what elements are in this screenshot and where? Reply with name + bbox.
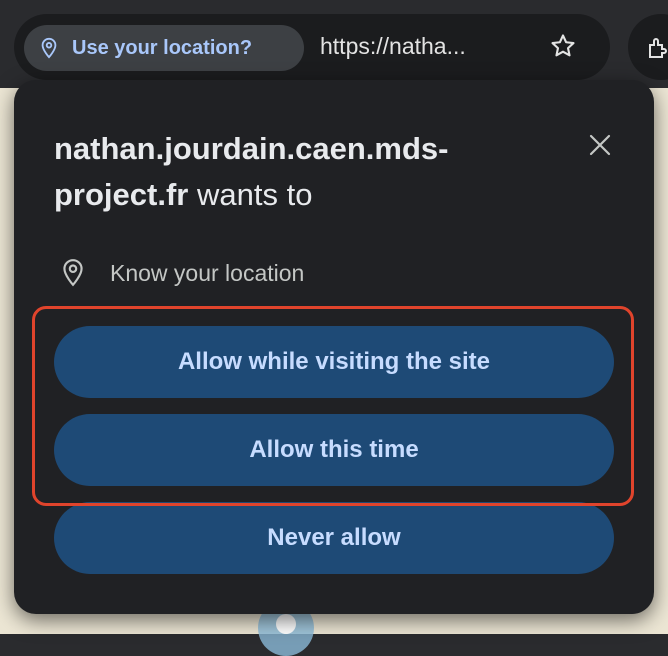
title-suffix: wants to — [196, 177, 313, 212]
extension-button[interactable] — [628, 14, 668, 80]
allow-while-visiting-button[interactable]: Allow while visiting the site — [54, 326, 614, 398]
browser-toolbar: Use your location? https://natha... — [0, 0, 668, 88]
location-pin-icon — [41, 37, 57, 59]
url-text[interactable]: https://natha... — [320, 33, 466, 60]
dialog-title: nathan.jourdain.caen.mds-project.fr want… — [54, 126, 554, 218]
permission-label: Know your location — [110, 259, 305, 286]
close-button[interactable] — [582, 127, 618, 163]
never-allow-button[interactable]: Never allow — [54, 502, 614, 574]
location-pin-icon — [63, 259, 83, 287]
location-dot — [276, 614, 296, 634]
location-permission-chip[interactable]: Use your location? — [24, 25, 304, 71]
close-icon — [589, 134, 611, 156]
permission-request-row: Know your location — [60, 256, 304, 290]
star-outline-icon — [551, 34, 575, 57]
permission-dialog: nathan.jourdain.caen.mds-project.fr want… — [14, 80, 654, 614]
permission-chip-label: Use your location? — [72, 36, 253, 59]
bookmark-star-icon[interactable] — [547, 30, 579, 62]
allow-this-time-button[interactable]: Allow this time — [54, 414, 614, 486]
extension-icon — [649, 38, 667, 58]
